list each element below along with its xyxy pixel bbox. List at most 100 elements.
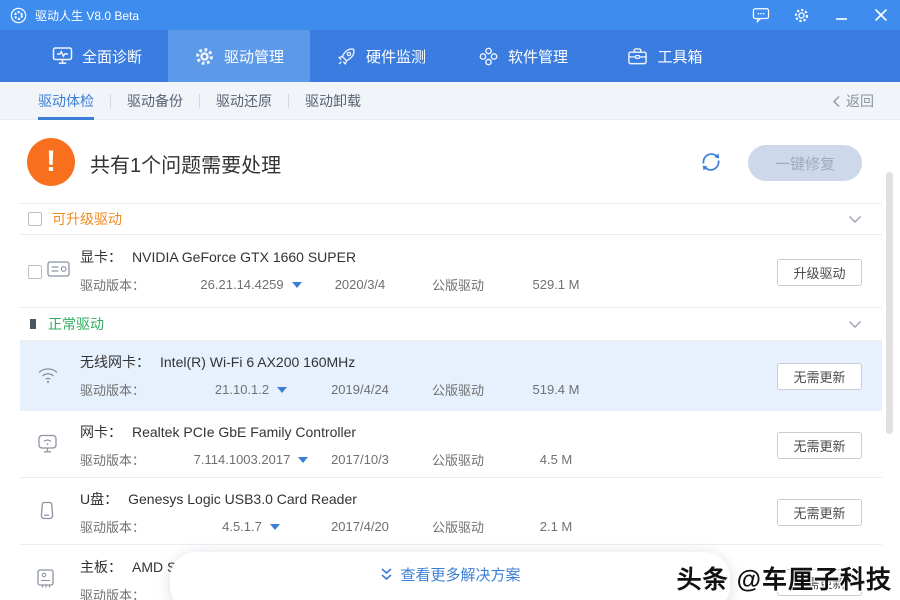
divider bbox=[110, 94, 111, 108]
subtab-driver-uninstall[interactable]: 驱动卸载 bbox=[305, 82, 361, 120]
driver-row-wifi[interactable]: 无线网卡： Intel(R) Wi-Fi 6 AX200 160MHz 驱动版本：… bbox=[0, 341, 900, 411]
watermark-text: 头条 @车厘子科技 bbox=[677, 560, 892, 596]
no-update-needed-button[interactable]: 无需更新 bbox=[777, 363, 862, 390]
driver-channel: 公版驱动 bbox=[410, 275, 506, 294]
tab-software-management[interactable]: 软件管理 bbox=[452, 30, 594, 82]
device-name: NVIDIA GeForce GTX 1660 SUPER bbox=[132, 249, 356, 265]
no-update-needed-button[interactable]: 无需更新 bbox=[777, 432, 862, 459]
clover-circles-icon bbox=[478, 46, 499, 67]
device-name: Intel(R) Wi-Fi 6 AX200 160MHz bbox=[160, 354, 355, 370]
driver-date: 2020/3/4 bbox=[310, 277, 410, 292]
subtab-driver-restore[interactable]: 驱动还原 bbox=[216, 82, 272, 120]
close-icon[interactable] bbox=[870, 4, 892, 26]
wifi-icon bbox=[36, 364, 60, 384]
driver-version: 26.21.14.4259 bbox=[200, 277, 283, 292]
driver-version: 7.114.1003.2017 bbox=[194, 452, 291, 467]
divider bbox=[288, 94, 289, 108]
driver-version: 21.10.1.2 bbox=[215, 382, 269, 397]
version-dropdown-icon[interactable] bbox=[298, 457, 308, 463]
driver-date: 2017/4/20 bbox=[310, 519, 410, 534]
toolbox-icon bbox=[627, 46, 648, 66]
subtab-driver-checkup[interactable]: 驱动体检 bbox=[38, 82, 94, 120]
driver-channel: 公版驱动 bbox=[410, 450, 506, 469]
section-normal-drivers[interactable]: 正常驱动 bbox=[20, 308, 882, 341]
version-label: 驱动版本： bbox=[80, 450, 192, 469]
driver-row-ethernet[interactable]: 网卡： Realtek PCIe GbE Family Controller 驱动… bbox=[0, 411, 900, 478]
driver-size: 2.1 M bbox=[506, 519, 606, 534]
tab-toolbox[interactable]: 工具箱 bbox=[594, 30, 736, 82]
driver-date: 2017/10/3 bbox=[310, 452, 410, 467]
rocket-icon bbox=[336, 46, 357, 67]
gear-icon bbox=[194, 46, 215, 67]
version-dropdown-icon[interactable] bbox=[292, 282, 302, 288]
settings-icon[interactable] bbox=[790, 4, 812, 26]
gpu-icon bbox=[47, 260, 70, 279]
device-type: 无线网卡： bbox=[80, 354, 150, 370]
more-solutions-bar[interactable]: 查看更多解决方案 bbox=[170, 552, 730, 600]
usb-drive-icon bbox=[36, 501, 57, 521]
tab-full-diagnosis[interactable]: 全面诊断 bbox=[26, 30, 168, 82]
back-label: 返回 bbox=[846, 91, 874, 111]
tab-driver-management[interactable]: 驱动管理 bbox=[168, 30, 310, 82]
tab-label: 硬件监测 bbox=[366, 46, 426, 67]
app-window: 驱动人生 V8.0 Beta 全面诊断 bbox=[0, 0, 900, 600]
app-title: 驱动人生 V8.0 Beta bbox=[35, 7, 139, 24]
device-name: Genesys Logic USB3.0 Card Reader bbox=[128, 491, 357, 507]
driver-list-panel: ! 共有1个问题需要处理 一键修复 可升级驱动 显卡： NVIDIA GeForc… bbox=[0, 120, 900, 600]
more-solutions-label: 查看更多解决方案 bbox=[400, 564, 520, 585]
scrollbar-thumb[interactable] bbox=[886, 172, 893, 434]
subtab-driver-backup[interactable]: 驱动备份 bbox=[127, 82, 183, 120]
driver-row-usb[interactable]: U盘： Genesys Logic USB3.0 Card Reader 驱动版本… bbox=[0, 478, 900, 545]
driver-size: 4.5 M bbox=[506, 452, 606, 467]
device-name: Realtek PCIe GbE Family Controller bbox=[132, 424, 356, 440]
back-button[interactable]: 返回 bbox=[832, 82, 874, 120]
double-chevron-down-icon bbox=[379, 567, 394, 582]
section-label: 正常驱动 bbox=[48, 314, 104, 334]
refresh-icon[interactable] bbox=[698, 149, 724, 175]
driver-channel: 公版驱动 bbox=[410, 517, 506, 536]
device-type: 主板： bbox=[80, 559, 122, 575]
tab-hardware-monitor[interactable]: 硬件监测 bbox=[310, 30, 452, 82]
section-upgradable-drivers[interactable]: 可升级驱动 bbox=[20, 203, 882, 235]
app-logo-gear-icon bbox=[10, 7, 27, 24]
version-label: 驱动版本： bbox=[80, 275, 192, 294]
chevron-down-icon[interactable] bbox=[848, 320, 862, 329]
version-dropdown-icon[interactable] bbox=[277, 387, 287, 393]
alert-glyph: ! bbox=[46, 145, 56, 179]
divider bbox=[199, 94, 200, 108]
chevron-down-icon[interactable] bbox=[848, 215, 862, 224]
device-type: U盘： bbox=[80, 491, 118, 507]
motherboard-icon bbox=[36, 568, 57, 589]
main-nav: 全面诊断 驱动管理 硬件监测 软件管理 工具箱 bbox=[0, 30, 900, 82]
section-checkbox[interactable] bbox=[28, 212, 42, 226]
section-bullet-icon bbox=[30, 319, 36, 329]
titlebar: 驱动人生 V8.0 Beta bbox=[0, 0, 900, 30]
driver-row-gpu[interactable]: 显卡： NVIDIA GeForce GTX 1660 SUPER 驱动版本： 2… bbox=[0, 235, 900, 308]
upgrade-driver-button[interactable]: 升级驱动 bbox=[777, 259, 862, 286]
tab-label: 工具箱 bbox=[657, 46, 702, 67]
driver-version: 4.5.1.7 bbox=[222, 519, 262, 534]
monitor-pulse-icon bbox=[52, 46, 73, 66]
alert-icon: ! bbox=[27, 138, 75, 186]
one-click-fix-button[interactable]: 一键修复 bbox=[748, 145, 862, 181]
row-checkbox[interactable] bbox=[28, 265, 42, 279]
issue-summary-text: 共有1个问题需要处理 bbox=[90, 149, 281, 178]
section-label: 可升级驱动 bbox=[52, 209, 122, 229]
device-type: 网卡： bbox=[80, 424, 122, 440]
driver-size: 519.4 M bbox=[506, 382, 606, 397]
tab-label: 软件管理 bbox=[508, 46, 568, 67]
device-type: 显卡： bbox=[80, 249, 122, 265]
tab-label: 驱动管理 bbox=[224, 46, 284, 67]
feedback-icon[interactable] bbox=[750, 4, 772, 26]
driver-channel: 公版驱动 bbox=[410, 380, 506, 399]
sub-nav: 驱动体检 驱动备份 驱动还原 驱动卸载 返回 bbox=[0, 82, 900, 120]
version-label: 驱动版本： bbox=[80, 517, 192, 536]
version-label: 驱动版本： bbox=[80, 380, 192, 399]
no-update-needed-button[interactable]: 无需更新 bbox=[777, 499, 862, 526]
version-dropdown-icon[interactable] bbox=[270, 524, 280, 530]
minimize-icon[interactable] bbox=[830, 4, 852, 26]
ethernet-icon bbox=[36, 434, 59, 454]
tab-label: 全面诊断 bbox=[82, 46, 142, 67]
chevron-left-icon bbox=[832, 95, 841, 108]
driver-size: 529.1 M bbox=[506, 277, 606, 292]
